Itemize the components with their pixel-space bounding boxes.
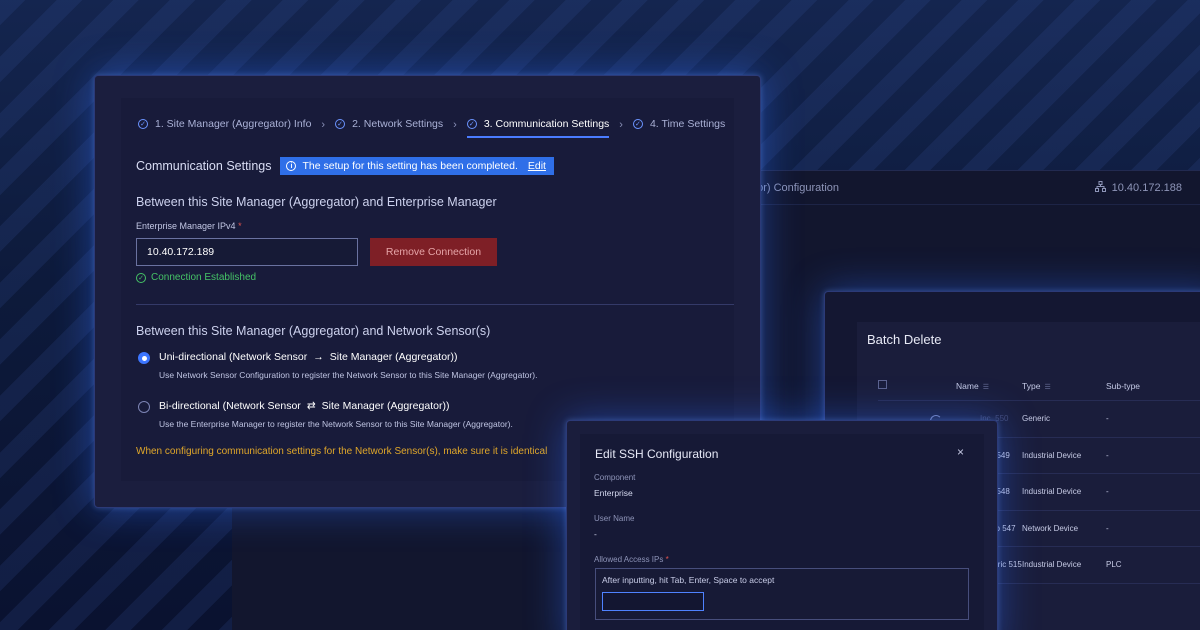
- divider: [136, 304, 734, 305]
- component-label: Component: [594, 473, 636, 482]
- radio-button-selected[interactable]: [138, 352, 150, 364]
- uni-directional-option[interactable]: Uni-directional (Network Sensor → Site M…: [138, 351, 537, 380]
- column-subtype: Sub-type: [1106, 380, 1141, 391]
- arrow-right-icon: →: [313, 351, 324, 363]
- table-header: Name ☰ Type ☰ Sub-type: [878, 371, 1200, 401]
- check-circle-icon: ✓: [632, 119, 643, 129]
- check-circle-icon: ✓: [335, 119, 346, 129]
- section-title: Communication Settings: [136, 159, 272, 173]
- allowed-ip-input[interactable]: [602, 592, 704, 611]
- column-type[interactable]: Type ☰: [1022, 381, 1106, 391]
- remove-connection-button[interactable]: Remove Connection: [370, 238, 497, 266]
- column-name[interactable]: Name ☰: [902, 381, 1022, 391]
- edit-link[interactable]: Edit: [528, 160, 546, 172]
- info-icon: i: [286, 161, 297, 171]
- connection-status: ✓ Connection Established: [136, 272, 256, 283]
- sensor-section-title: Between this Site Manager (Aggregator) a…: [136, 324, 491, 338]
- warning-text: When configuring communication settings …: [136, 446, 548, 457]
- username-value: -: [594, 529, 597, 539]
- allowed-ips-label: Allowed Access IPs *: [594, 555, 669, 564]
- communication-settings-header: Communication Settings i The setup for t…: [136, 157, 554, 175]
- step-site-manager-info[interactable]: ✓ 1. Site Manager (Aggregator) Info: [138, 118, 311, 138]
- enterprise-section-title: Between this Site Manager (Aggregator) a…: [136, 195, 497, 209]
- filter-icon[interactable]: ☰: [1044, 383, 1050, 391]
- dialog-title: Edit SSH Configuration: [595, 447, 719, 461]
- radio-button[interactable]: [138, 401, 150, 413]
- component-value: Enterprise: [594, 488, 633, 498]
- chevron-right-icon: ›: [619, 119, 623, 131]
- close-icon[interactable]: ×: [957, 445, 964, 459]
- ipv4-label: Enterprise Manager IPv4 *: [136, 221, 242, 231]
- step-communication-settings[interactable]: ✓ 3. Communication Settings: [466, 118, 610, 138]
- network-icon: [1094, 180, 1106, 195]
- bi-directional-option[interactable]: Bi-directional (Network Sensor ⇄ Site Ma…: [138, 400, 513, 429]
- filter-icon[interactable]: ☰: [983, 383, 989, 391]
- select-all-checkbox[interactable]: [878, 380, 887, 389]
- step-time-settings[interactable]: ✓ 4. Time Settings: [632, 118, 725, 138]
- ipv4-input[interactable]: [136, 238, 358, 266]
- wizard-steps: ✓ 1. Site Manager (Aggregator) Info › ✓ …: [138, 118, 725, 138]
- step-network-settings[interactable]: ✓ 2. Network Settings: [335, 118, 443, 138]
- username-label: User Name: [594, 514, 635, 523]
- check-circle-icon: ✓: [136, 272, 146, 283]
- ip-indicator: 10.40.172.188: [1094, 180, 1182, 195]
- completed-banner: i The setup for this setting has been co…: [280, 157, 554, 175]
- check-circle-icon: ✓: [466, 119, 477, 129]
- check-circle-icon: ✓: [138, 119, 148, 129]
- arrows-exchange-icon: ⇄: [306, 400, 316, 412]
- ip-address: 10.40.172.188: [1111, 181, 1182, 194]
- batch-delete-title: Batch Delete: [867, 332, 942, 347]
- allowed-ips-hint: After inputting, hit Tab, Enter, Space t…: [602, 575, 775, 585]
- chevron-right-icon: ›: [321, 119, 326, 131]
- chevron-right-icon: ›: [453, 119, 457, 131]
